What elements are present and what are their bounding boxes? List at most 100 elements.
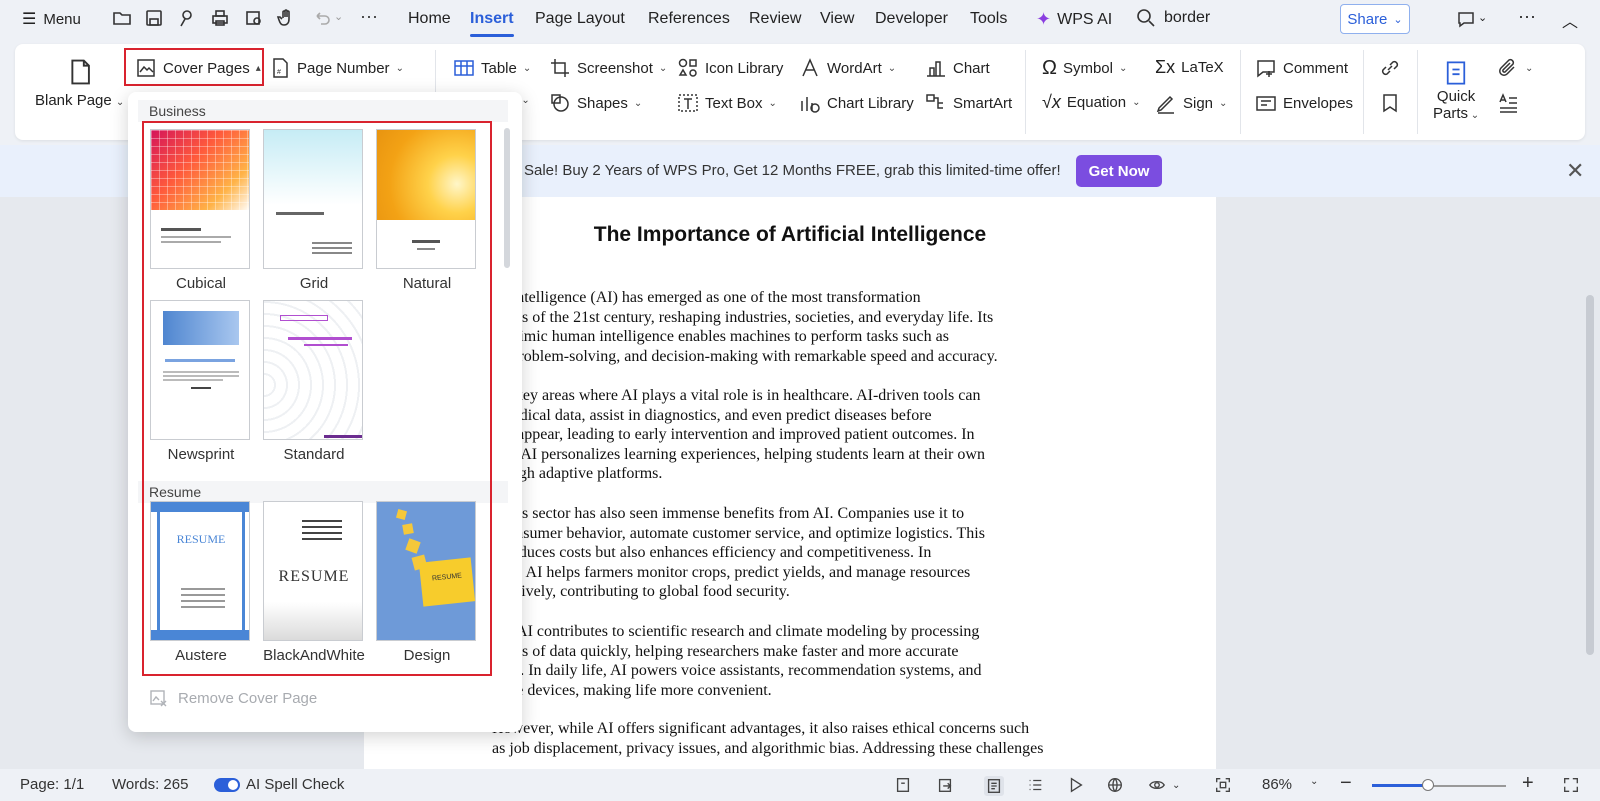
tab-insert[interactable]: Insert: [470, 10, 514, 37]
ai-spell-check-toggle[interactable]: AI Spell Check: [214, 776, 344, 793]
screenshot-button[interactable]: Screenshot ⌄: [549, 57, 667, 79]
wps-ai-button[interactable]: ✦ WPS AI: [1036, 9, 1112, 30]
page-number-button[interactable]: # Page Number ⌄: [269, 57, 404, 79]
menu-button[interactable]: ☰ Menu: [22, 9, 81, 29]
more-icon[interactable]: ···: [360, 6, 378, 27]
page-view-icon[interactable]: [984, 776, 1004, 796]
envelopes-button[interactable]: Envelopes: [1255, 92, 1353, 114]
remove-cover-page-button[interactable]: Remove Cover Page: [148, 688, 317, 708]
close-icon[interactable]: ✕: [1566, 158, 1584, 184]
toggle-switch[interactable]: [214, 777, 240, 792]
tab-page-layout[interactable]: Page Layout: [535, 10, 625, 28]
word-count[interactable]: Words: 265: [112, 776, 188, 793]
drop-cap-button[interactable]: [1497, 92, 1519, 114]
collapse-ribbon-icon[interactable]: ︿: [1562, 8, 1578, 32]
undo-dropdown-chevron-icon[interactable]: ⌄: [334, 10, 343, 23]
smartart-button[interactable]: SmartArt: [925, 92, 1012, 114]
open-folder-icon[interactable]: [112, 8, 132, 28]
cover-pages-button[interactable]: Cover Pages ▴: [135, 57, 261, 79]
chevron-down-icon: ⌄: [115, 97, 125, 108]
outline-view-icon[interactable]: [1026, 776, 1044, 794]
page-number-icon: #: [273, 58, 288, 78]
chart-button[interactable]: Chart: [925, 57, 990, 79]
table-button[interactable]: Table ⌄: [453, 57, 531, 79]
shapes-button[interactable]: Shapes ⌄: [549, 92, 642, 114]
newsprint-thumbnail: [150, 300, 250, 440]
document-paragraph: However, while AI offers significant adv…: [492, 720, 1044, 757]
save-icon[interactable]: [144, 8, 164, 28]
sign-button[interactable]: Sign ⌄: [1155, 92, 1227, 114]
page-indicator[interactable]: Page: 1/1: [20, 776, 84, 793]
web-view-icon[interactable]: [1106, 776, 1124, 794]
attachment-button[interactable]: ⌄: [1497, 57, 1533, 79]
text-box-button[interactable]: Text Box ⌄: [677, 92, 777, 114]
symbol-button[interactable]: Ω Symbol ⌄: [1042, 57, 1127, 80]
cover-template-standard[interactable]: Standard: [263, 300, 365, 463]
zoom-level[interactable]: 86%: [1262, 776, 1292, 793]
tab-home[interactable]: Home: [408, 10, 451, 28]
share-button[interactable]: Share ⌄: [1340, 4, 1410, 34]
table-label: Table: [481, 59, 517, 77]
fullscreen-icon[interactable]: [1562, 776, 1580, 794]
cover-template-austere[interactable]: RESUME Austere: [150, 501, 252, 664]
eye-protection-icon[interactable]: ⌄: [1148, 776, 1180, 794]
template-label: BlackAndWhite: [263, 647, 365, 664]
icon-library-button[interactable]: Icon Library: [677, 57, 783, 79]
cover-template-grid[interactable]: Grid: [263, 129, 365, 292]
chevron-down-icon: ⌄: [1172, 779, 1181, 791]
tab-references[interactable]: References: [648, 10, 730, 28]
tab-view[interactable]: View: [820, 10, 854, 28]
zoom-dropdown-chevron-icon[interactable]: ⌄: [1310, 776, 1318, 787]
fit-page-icon[interactable]: [1214, 776, 1232, 794]
tab-review[interactable]: Review: [749, 10, 801, 28]
chevron-down-icon: ⌄: [658, 62, 668, 74]
zoom-in-icon[interactable]: +: [1522, 772, 1534, 795]
cover-template-cubical[interactable]: Cubical: [150, 129, 252, 292]
template-label: Design: [403, 647, 451, 664]
cover-template-design[interactable]: RESUME Design: [376, 501, 478, 664]
cover-template-natural[interactable]: Natural: [376, 129, 478, 292]
top-menu-bar: ☰ Menu ⌄ ··· Home Insert Page Layout Ref…: [0, 0, 1600, 38]
cover-template-blackandwhite[interactable]: RESUME BlackAndWhite: [263, 501, 365, 664]
comment-button[interactable]: Comment: [1255, 57, 1348, 79]
chevron-down-icon: ⌄: [395, 62, 404, 74]
pen-sign-icon: [1156, 95, 1174, 114]
omega-icon: Ω: [1042, 57, 1057, 79]
chevron-down-icon: ⌄: [1393, 13, 1403, 26]
zoom-out-icon[interactable]: −: [1340, 772, 1352, 795]
comment-bubble-icon[interactable]: [1456, 9, 1476, 33]
search-box[interactable]: border: [1136, 8, 1210, 28]
bookmark-button[interactable]: [1379, 92, 1401, 114]
print-preview-icon[interactable]: [244, 8, 264, 28]
hyperlink-button[interactable]: [1379, 57, 1401, 79]
chart-library-button[interactable]: Chart Library: [799, 92, 914, 114]
search-text: border: [1164, 9, 1211, 26]
quick-parts-button[interactable]: Quick Parts ⌄: [1433, 60, 1479, 122]
vertical-scrollbar[interactable]: [1583, 200, 1597, 760]
wordart-button[interactable]: WordArt ⌄: [799, 57, 896, 79]
tab-developer[interactable]: Developer: [875, 10, 948, 28]
document-paragraph: ficial Intelligence (AI) has emerged as …: [474, 289, 998, 365]
screenshot-icon: [551, 59, 569, 77]
blank-page-button[interactable]: Blank Page ⌄: [35, 58, 124, 109]
template-label: Grid: [299, 275, 329, 292]
print-icon[interactable]: [210, 8, 230, 28]
cover-template-newsprint[interactable]: Newsprint: [150, 300, 252, 463]
wordart-label: WordArt: [827, 59, 882, 77]
equation-button[interactable]: √x Equation ⌄: [1042, 92, 1141, 113]
undo-icon[interactable]: [312, 8, 332, 28]
comment-dropdown-chevron-icon[interactable]: ⌄: [1478, 11, 1487, 24]
latex-button[interactable]: Σx LaTeX: [1155, 57, 1224, 78]
get-now-button[interactable]: Get Now: [1076, 155, 1162, 187]
play-icon[interactable]: [1067, 776, 1085, 794]
format-painter-icon[interactable]: [176, 8, 196, 28]
dropdown-scrollbar-thumb[interactable]: [504, 128, 510, 268]
scrollbar-thumb[interactable]: [1586, 295, 1594, 655]
zoom-slider-handle[interactable]: [1422, 779, 1434, 791]
export-icon[interactable]: [936, 776, 954, 794]
tab-tools[interactable]: Tools: [970, 10, 1007, 28]
svg-text:#: #: [277, 69, 281, 76]
reading-mode-icon[interactable]: [894, 776, 912, 794]
more-options-icon[interactable]: ···: [1518, 6, 1536, 27]
hand-tool-icon[interactable]: [276, 8, 296, 28]
